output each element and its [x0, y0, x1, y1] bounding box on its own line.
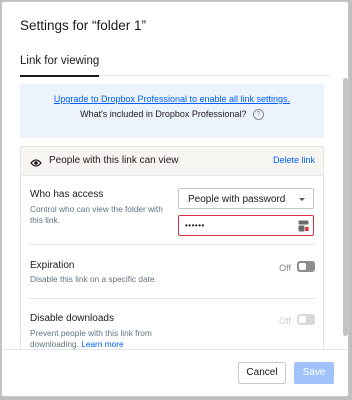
divider	[29, 298, 315, 299]
who-has-access-description: Control who can view the folder with thi…	[30, 204, 163, 226]
expiration-toggle-label: Off	[279, 263, 291, 273]
professional-question: What's included in Dropbox Professional?…	[20, 109, 324, 121]
save-button[interactable]: Save	[294, 362, 334, 384]
who-has-access-description-line2: this link.	[30, 215, 60, 225]
disable-downloads-title: Disable downloads	[30, 313, 114, 324]
link-settings-panel: People with this link can view Delete li…	[20, 146, 324, 352]
disable-downloads-description-line1: Prevent people with this link from	[30, 328, 152, 338]
delete-link-button[interactable]: Delete link	[273, 155, 315, 165]
expiration-toggle-group: Off	[255, 260, 315, 274]
panel-header: People with this link can view Delete li…	[21, 147, 323, 176]
expiration-title: Expiration	[30, 260, 75, 271]
expiration-description: Disable this link on a specific date.	[30, 274, 157, 284]
settings-scroll-area[interactable]: Upgrade to Dropbox Professional to enabl…	[2, 76, 348, 352]
divider	[29, 244, 315, 245]
password-manager-icon[interactable]	[298, 219, 309, 237]
cancel-button[interactable]: Cancel	[238, 362, 286, 384]
dialog-footer: Cancel Save	[2, 349, 348, 396]
tab-link-for-viewing[interactable]: Link for viewing	[20, 55, 100, 77]
disable-downloads-description-line2-text: downloading.	[30, 339, 79, 349]
upgrade-banner: Upgrade to Dropbox Professional to enabl…	[20, 84, 324, 138]
password-value: ••••••	[185, 221, 205, 230]
upgrade-link[interactable]: Upgrade to Dropbox Professional to enabl…	[20, 94, 324, 104]
downloads-toggle[interactable]	[297, 314, 315, 325]
info-icon[interactable]: ?	[252, 109, 264, 121]
chevron-down-icon	[299, 198, 305, 201]
scrollbar[interactable]	[343, 78, 348, 336]
settings-dialog: Settings for “folder 1” Link for viewing…	[1, 1, 349, 397]
tab-bar: Link for viewing	[20, 47, 330, 77]
who-has-access-title: Who has access	[30, 189, 104, 200]
password-input[interactable]: ••••••	[178, 215, 314, 236]
professional-question-text: What's included in Dropbox Professional?	[80, 109, 247, 119]
who-has-access-description-line1: Control who can view the folder with	[30, 204, 163, 214]
learn-more-link[interactable]: Learn more	[81, 339, 123, 349]
expiration-toggle[interactable]	[297, 261, 315, 272]
downloads-toggle-group: Off	[255, 313, 315, 327]
downloads-toggle-label: Off	[279, 316, 291, 326]
disable-downloads-description: Prevent people with this link from downl…	[30, 328, 152, 350]
eye-icon	[30, 155, 42, 173]
access-select[interactable]: People with password	[178, 188, 314, 209]
dialog-title: Settings for “folder 1”	[20, 18, 147, 33]
access-select-value: People with password	[188, 194, 286, 205]
panel-header-label: People with this link can view	[49, 155, 179, 166]
